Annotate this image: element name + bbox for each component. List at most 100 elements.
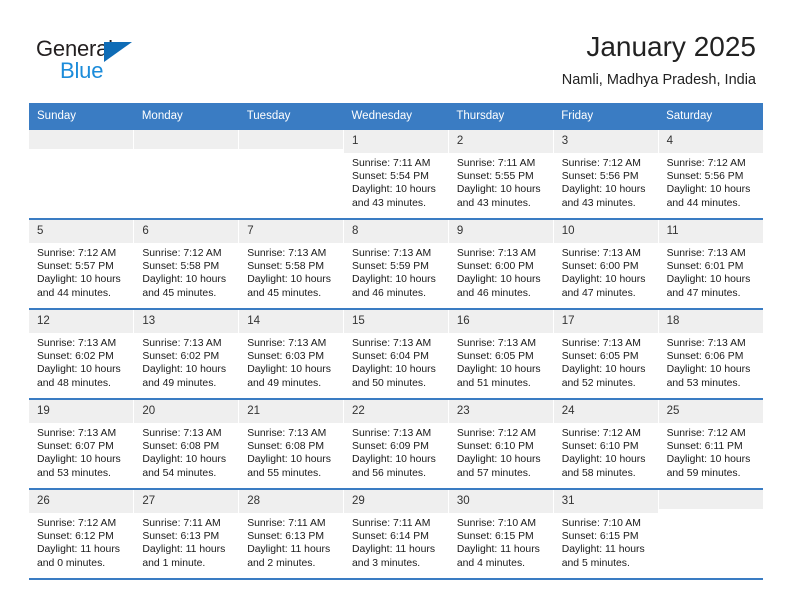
day-number: 28 <box>239 490 344 513</box>
sunset-text: Sunset: 5:58 PM <box>247 261 325 273</box>
sunset-text: Sunset: 6:13 PM <box>247 531 325 543</box>
day-number: 16 <box>448 310 553 333</box>
sunset-text: Sunset: 6:00 PM <box>561 261 639 273</box>
calendar-day-cell[interactable]: 11 Sunrise: 7:13 AM Sunset: 6:01 PM Dayligh… <box>658 218 763 309</box>
sunrise-text: Sunrise: 7:12 AM <box>456 428 537 439</box>
calendar-day-cell[interactable]: 15 Sunrise: 7:13 AM Sunset: 6:04 PM Dayligh… <box>343 308 449 399</box>
calendar-day-cell[interactable]: 22 Sunrise: 7:13 AM Sunset: 6:09 PM Dayligh… <box>343 398 449 489</box>
day-number: 4 <box>658 130 763 153</box>
calendar-day-cell[interactable]: 14 Sunrise: 7:13 AM Sunset: 6:03 PM Dayligh… <box>238 308 345 399</box>
day-details: Sunrise: 7:13 AM Sunset: 6:05 PM Daylight:… <box>449 333 553 390</box>
day-details: Sunrise: 7:13 AM Sunset: 6:09 PM Daylight:… <box>344 423 448 480</box>
sunset-text: Sunset: 6:08 PM <box>247 441 325 453</box>
sunrise-text: Sunrise: 7:11 AM <box>142 518 221 529</box>
day-details: Sunrise: 7:12 AM Sunset: 6:10 PM Daylight:… <box>554 423 658 480</box>
day-number: 29 <box>344 490 448 513</box>
day-number: 8 <box>344 220 448 243</box>
calendar-day-cell[interactable]: 10 Sunrise: 7:13 AM Sunset: 6:00 PM Dayligh… <box>553 218 659 309</box>
calendar-week-row: 12 Sunrise: 7:13 AM Sunset: 6:02 PM Dayligh… <box>29 308 763 399</box>
calendar-week-row: 5 Sunrise: 7:12 AM Sunset: 5:57 PM Daylight… <box>29 218 763 309</box>
calendar-day-cell[interactable]: 30 Sunrise: 7:10 AM Sunset: 6:15 PM Dayligh… <box>448 488 554 580</box>
calendar-day-cell[interactable]: 2 Sunrise: 7:11 AM Sunset: 5:55 PM Daylight… <box>448 128 554 219</box>
day-details: Sunrise: 7:13 AM Sunset: 6:01 PM Daylight:… <box>659 243 763 300</box>
page-header: General Blue January 2025 Namli, Madhya … <box>0 0 792 103</box>
day-number: 2 <box>448 130 553 153</box>
day-details: Sunrise: 7:12 AM Sunset: 5:58 PM Daylight:… <box>134 243 238 300</box>
sunset-text: Sunset: 6:14 PM <box>352 531 429 543</box>
calendar-day-cell[interactable]: 13 Sunrise: 7:13 AM Sunset: 6:02 PM Dayligh… <box>133 308 240 399</box>
daylight-text: Daylight: 10 hours and 43 minutes. <box>352 184 436 209</box>
day-details: Sunrise: 7:11 AM Sunset: 6:14 PM Daylight:… <box>344 513 448 570</box>
day-details: Sunrise: 7:11 AM Sunset: 6:13 PM Daylight:… <box>239 513 343 570</box>
calendar-day-cell[interactable]: 16 Sunrise: 7:13 AM Sunset: 6:05 PM Dayligh… <box>448 308 554 399</box>
sunset-text: Sunset: 6:10 PM <box>561 441 639 453</box>
weekday-header-wednesday: Wednesday <box>343 103 449 129</box>
sunset-text: Sunset: 5:54 PM <box>352 171 429 183</box>
calendar-day-cell[interactable]: 12 Sunrise: 7:13 AM Sunset: 6:02 PM Dayligh… <box>29 308 135 399</box>
calendar-day-cell[interactable]: 26 Sunrise: 7:12 AM Sunset: 6:12 PM Dayligh… <box>29 488 135 580</box>
calendar-day-cell[interactable]: 5 Sunrise: 7:12 AM Sunset: 5:57 PM Daylight… <box>29 218 135 309</box>
calendar-day-cell[interactable]: 21 Sunrise: 7:13 AM Sunset: 6:08 PM Dayligh… <box>238 398 345 489</box>
sunrise-text: Sunrise: 7:12 AM <box>666 158 746 169</box>
sunset-text: Sunset: 6:15 PM <box>456 531 534 543</box>
sunset-text: Sunset: 5:59 PM <box>352 261 429 273</box>
calendar-day-cell-empty <box>238 128 345 219</box>
sunset-text: Sunset: 6:08 PM <box>142 441 220 453</box>
calendar-day-cell[interactable]: 4 Sunrise: 7:12 AM Sunset: 5:56 PM Daylight… <box>658 128 763 219</box>
calendar-day-cell[interactable]: 27 Sunrise: 7:11 AM Sunset: 6:13 PM Dayligh… <box>133 488 240 580</box>
sunrise-text: Sunrise: 7:11 AM <box>456 158 536 169</box>
calendar-day-cell[interactable]: 24 Sunrise: 7:12 AM Sunset: 6:10 PM Dayligh… <box>553 398 659 489</box>
daylight-text: Daylight: 10 hours and 46 minutes. <box>352 274 436 299</box>
sunset-text: Sunset: 6:12 PM <box>37 531 114 543</box>
daylight-text: Daylight: 11 hours and 5 minutes. <box>561 544 645 569</box>
sunrise-text: Sunrise: 7:13 AM <box>456 248 537 259</box>
calendar-week-row: 1 Sunrise: 7:11 AM Sunset: 5:54 PM Daylight… <box>29 128 763 219</box>
calendar-day-cell[interactable]: 9 Sunrise: 7:13 AM Sunset: 6:00 PM Daylight… <box>448 218 554 309</box>
calendar-day-cell[interactable]: 31 Sunrise: 7:10 AM Sunset: 6:15 PM Dayligh… <box>553 488 659 580</box>
day-details: Sunrise: 7:12 AM Sunset: 5:56 PM Daylight:… <box>659 153 763 210</box>
weekday-header-thursday: Thursday <box>448 103 554 129</box>
calendar-day-cell[interactable]: 20 Sunrise: 7:13 AM Sunset: 6:08 PM Dayligh… <box>133 398 240 489</box>
calendar-day-cell[interactable]: 28 Sunrise: 7:11 AM Sunset: 6:13 PM Dayligh… <box>238 488 345 580</box>
sunrise-text: Sunrise: 7:12 AM <box>37 248 117 259</box>
calendar-day-cell[interactable]: 3 Sunrise: 7:12 AM Sunset: 5:56 PM Daylight… <box>553 128 659 219</box>
calendar-day-cell[interactable]: 8 Sunrise: 7:13 AM Sunset: 5:59 PM Daylight… <box>343 218 449 309</box>
calendar-day-cell[interactable]: 29 Sunrise: 7:11 AM Sunset: 6:14 PM Dayligh… <box>343 488 449 580</box>
sunset-text: Sunset: 6:10 PM <box>456 441 534 453</box>
calendar-day-cell[interactable]: 17 Sunrise: 7:13 AM Sunset: 6:05 PM Dayligh… <box>553 308 659 399</box>
daylight-text: Daylight: 10 hours and 54 minutes. <box>142 454 227 479</box>
daylight-text: Daylight: 10 hours and 53 minutes. <box>37 454 121 479</box>
page-subtitle: Namli, Madhya Pradesh, India <box>561 72 756 88</box>
calendar-day-cell[interactable]: 1 Sunrise: 7:11 AM Sunset: 5:54 PM Daylight… <box>343 128 449 219</box>
calendar-day-cell[interactable]: 25 Sunrise: 7:12 AM Sunset: 6:11 PM Dayligh… <box>658 398 763 489</box>
day-number: 13 <box>134 310 239 333</box>
daylight-text: Daylight: 10 hours and 43 minutes. <box>561 184 646 209</box>
sunrise-text: Sunrise: 7:10 AM <box>456 518 537 529</box>
calendar-day-cell[interactable]: 6 Sunrise: 7:12 AM Sunset: 5:58 PM Daylight… <box>133 218 240 309</box>
daylight-text: Daylight: 10 hours and 44 minutes. <box>37 274 121 299</box>
weekday-header-tuesday: Tuesday <box>238 103 344 129</box>
calendar-body: 1 Sunrise: 7:11 AM Sunset: 5:54 PM Daylight… <box>29 128 763 580</box>
sunrise-text: Sunrise: 7:13 AM <box>456 338 537 349</box>
sunrise-text: Sunrise: 7:10 AM <box>561 518 641 529</box>
sunrise-text: Sunrise: 7:13 AM <box>352 248 432 259</box>
brand-logo[interactable]: General Blue <box>36 36 256 86</box>
sunset-text: Sunset: 5:56 PM <box>561 171 639 183</box>
sunset-text: Sunset: 6:05 PM <box>561 351 639 363</box>
weekday-header-monday: Monday <box>133 103 239 129</box>
day-number: 17 <box>553 310 658 333</box>
calendar-day-cell[interactable]: 18 Sunrise: 7:13 AM Sunset: 6:06 PM Dayligh… <box>658 308 763 399</box>
sunset-text: Sunset: 6:07 PM <box>37 441 114 453</box>
sunset-text: Sunset: 6:02 PM <box>142 351 220 363</box>
day-number: 19 <box>29 400 134 423</box>
calendar-day-cell[interactable]: 23 Sunrise: 7:12 AM Sunset: 6:10 PM Dayligh… <box>448 398 554 489</box>
calendar-day-cell[interactable]: 7 Sunrise: 7:13 AM Sunset: 5:58 PM Daylight… <box>238 218 345 309</box>
day-number: 6 <box>134 220 239 243</box>
calendar-week-row: 26 Sunrise: 7:12 AM Sunset: 6:12 PM Dayligh… <box>29 488 763 580</box>
sunset-text: Sunset: 6:13 PM <box>142 531 220 543</box>
daylight-text: Daylight: 10 hours and 52 minutes. <box>561 364 646 389</box>
daylight-text: Daylight: 10 hours and 50 minutes. <box>352 364 436 389</box>
calendar-day-cell[interactable]: 19 Sunrise: 7:13 AM Sunset: 6:07 PM Dayligh… <box>29 398 135 489</box>
sunset-text: Sunset: 6:04 PM <box>352 351 429 363</box>
daylight-text: Daylight: 10 hours and 45 minutes. <box>142 274 227 299</box>
